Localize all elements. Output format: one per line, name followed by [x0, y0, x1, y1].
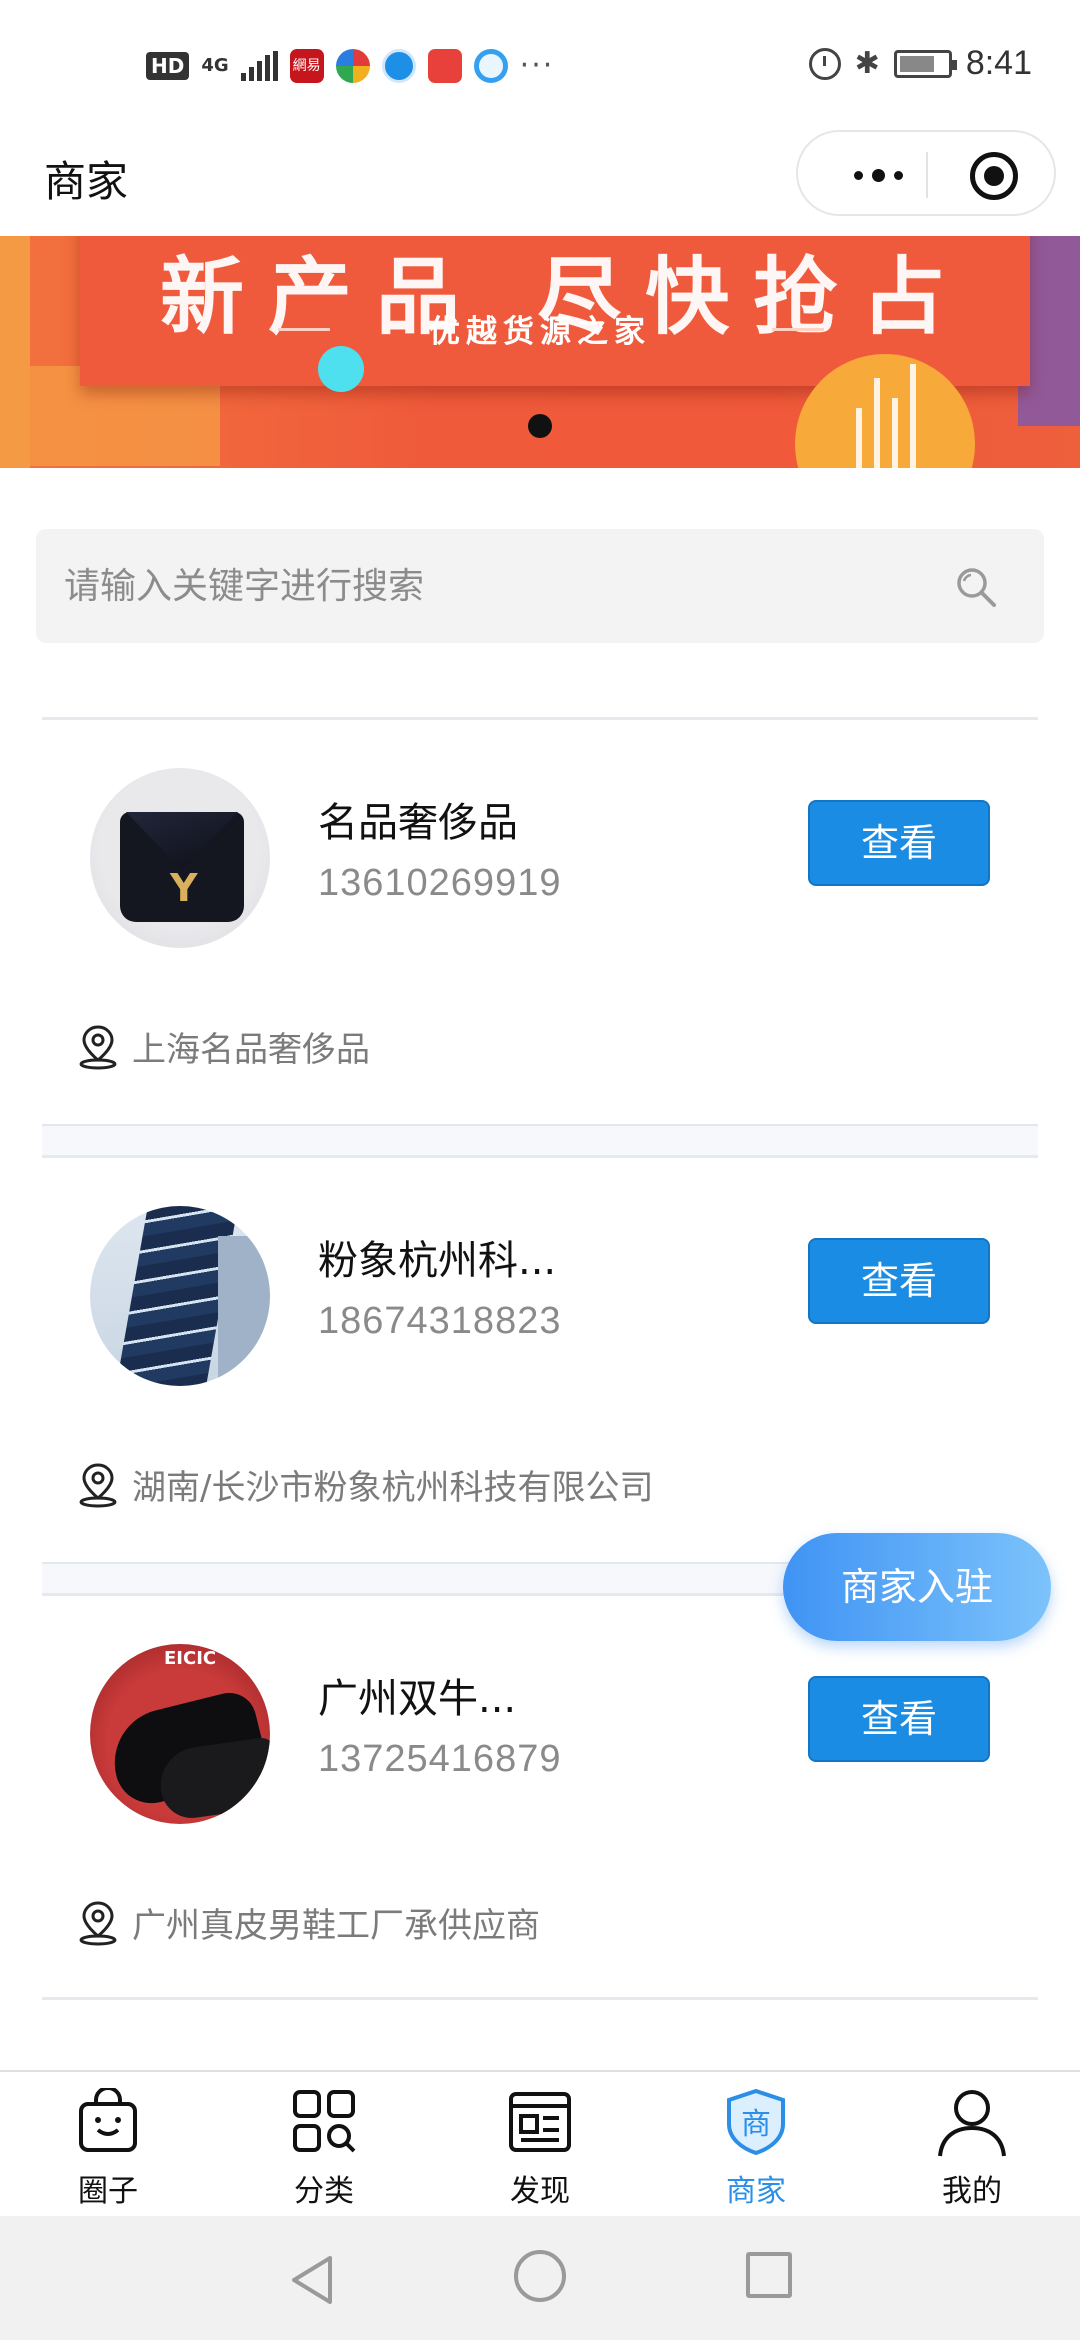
card-separator: [42, 1124, 1038, 1158]
alarm-icon: [808, 47, 841, 80]
status-left-icons: HD 4G 網易 ···: [146, 48, 554, 83]
tab-label: 我的: [942, 2174, 1002, 2209]
discover-card-icon: [509, 2092, 571, 2152]
signal-icon: [240, 50, 278, 81]
huawei-app-icon: [427, 48, 462, 83]
person-icon: [938, 2090, 1006, 2157]
back-icon[interactable]: [288, 2254, 336, 2306]
view-merchant-button[interactable]: 查看: [808, 800, 990, 886]
merchant-card: 名品奢侈品 13610269919 查看 上海名品奢侈品: [42, 717, 1038, 1125]
merchant-shield-icon: 商: [727, 2088, 785, 2156]
merchant-address-text: 湖南/长沙市粉象杭州科技有限公司: [132, 1468, 654, 1508]
category-search-icon: [293, 2090, 356, 2153]
recent-apps-icon[interactable]: [746, 2252, 792, 2298]
more-notifications-icon: ···: [519, 48, 555, 83]
view-merchant-button[interactable]: 查看: [808, 1676, 990, 1762]
browser-notification-icon: [381, 48, 416, 83]
hd-icon: HD: [146, 51, 190, 80]
capsule-divider: [926, 152, 928, 198]
merchant-address-text: 上海名品奢侈品: [132, 1030, 370, 1070]
merchant-address: 湖南/长沙市粉象杭州科技有限公司: [78, 1460, 653, 1509]
bottom-tab-bar: 圈子 分类 发现 商 商家 我的: [0, 2070, 1080, 2216]
tab-label: 圈子: [78, 2174, 138, 2209]
merchant-name: 名品奢侈品: [318, 800, 518, 846]
location-pin-icon: [79, 1900, 117, 1945]
merchant-name: 广州双牛...: [318, 1676, 517, 1722]
merchant-avatar: [90, 768, 270, 948]
miniprogram-capsule: [796, 130, 1056, 216]
tab-discover[interactable]: 发现: [432, 2072, 648, 2216]
merchant-phone: 13610269919: [318, 862, 562, 904]
list-end-divider: [42, 1997, 1038, 2000]
banner-decoration: [856, 364, 916, 468]
search-icon[interactable]: [954, 565, 998, 609]
carousel-indicator[interactable]: [528, 414, 552, 438]
tab-circle[interactable]: 圈子: [0, 2072, 216, 2216]
merchant-name: 粉象杭州科...: [318, 1238, 557, 1284]
location-pin-icon: [79, 1024, 117, 1069]
tab-category[interactable]: 分类: [216, 2072, 432, 2216]
close-miniprogram-icon[interactable]: [970, 152, 1018, 200]
banner-subtitle: 优越货源之家: [429, 314, 651, 350]
merchant-phone: 18674318823: [318, 1300, 562, 1342]
tab-label: 分类: [294, 2174, 354, 2209]
merchant-card: EICIC 广州双牛... 13725416879 查看 广州真皮男鞋工厂承供应…: [42, 1593, 1038, 2001]
qq-browser-icon: [473, 48, 508, 83]
tab-label: 发现: [510, 2174, 570, 2209]
merchant-phone: 13725416879: [318, 1738, 562, 1780]
battery-icon: [893, 49, 957, 78]
banner-decoration: [318, 346, 364, 392]
merchant-address: 广州真皮男鞋工厂承供应商: [78, 1898, 540, 1947]
network-type: 4G: [201, 54, 229, 76]
app-notification-icon: [335, 48, 370, 83]
merchant-address-text: 广州真皮男鞋工厂承供应商: [132, 1906, 540, 1946]
system-navigation-bar: [0, 2216, 1080, 2340]
view-merchant-button[interactable]: 查看: [808, 1238, 990, 1324]
bluetooth-icon: ✱: [854, 46, 880, 81]
merchant-avatar: EICIC: [90, 1644, 270, 1824]
merchant-card: 粉象杭州科... 18674318823 查看 湖南/长沙市粉象杭州科技有限公司: [42, 1155, 1038, 1563]
banner-decoration: [0, 236, 30, 468]
location-pin-icon: [79, 1462, 117, 1507]
merchant-address: 上海名品奢侈品: [78, 1022, 370, 1071]
page-title: 商家: [44, 157, 129, 206]
more-menu-icon[interactable]: [838, 158, 918, 192]
bag-smile-icon: [79, 2088, 137, 2152]
svg-text:商: 商: [741, 2107, 771, 2142]
home-icon[interactable]: [514, 2250, 566, 2302]
status-bar: HD 4G 網易 ··· ✱ 8:41: [0, 0, 1080, 130]
merchant-join-button[interactable]: 商家入驻: [783, 1533, 1051, 1641]
search-input[interactable]: [64, 529, 924, 643]
promo-banner[interactable]: 新产品 尽快抢占 优越货源之家: [0, 236, 1080, 468]
tab-label: 商家: [726, 2174, 786, 2209]
netease-app-icon: 網易: [289, 48, 324, 83]
search-bar: [36, 529, 1044, 643]
status-right-icons: ✱ 8:41: [808, 44, 1032, 83]
clock: 8:41: [965, 44, 1032, 82]
merchant-avatar: [90, 1206, 270, 1386]
tab-mine[interactable]: 我的: [864, 2072, 1080, 2216]
tab-merchant[interactable]: 商 商家: [648, 2072, 864, 2216]
